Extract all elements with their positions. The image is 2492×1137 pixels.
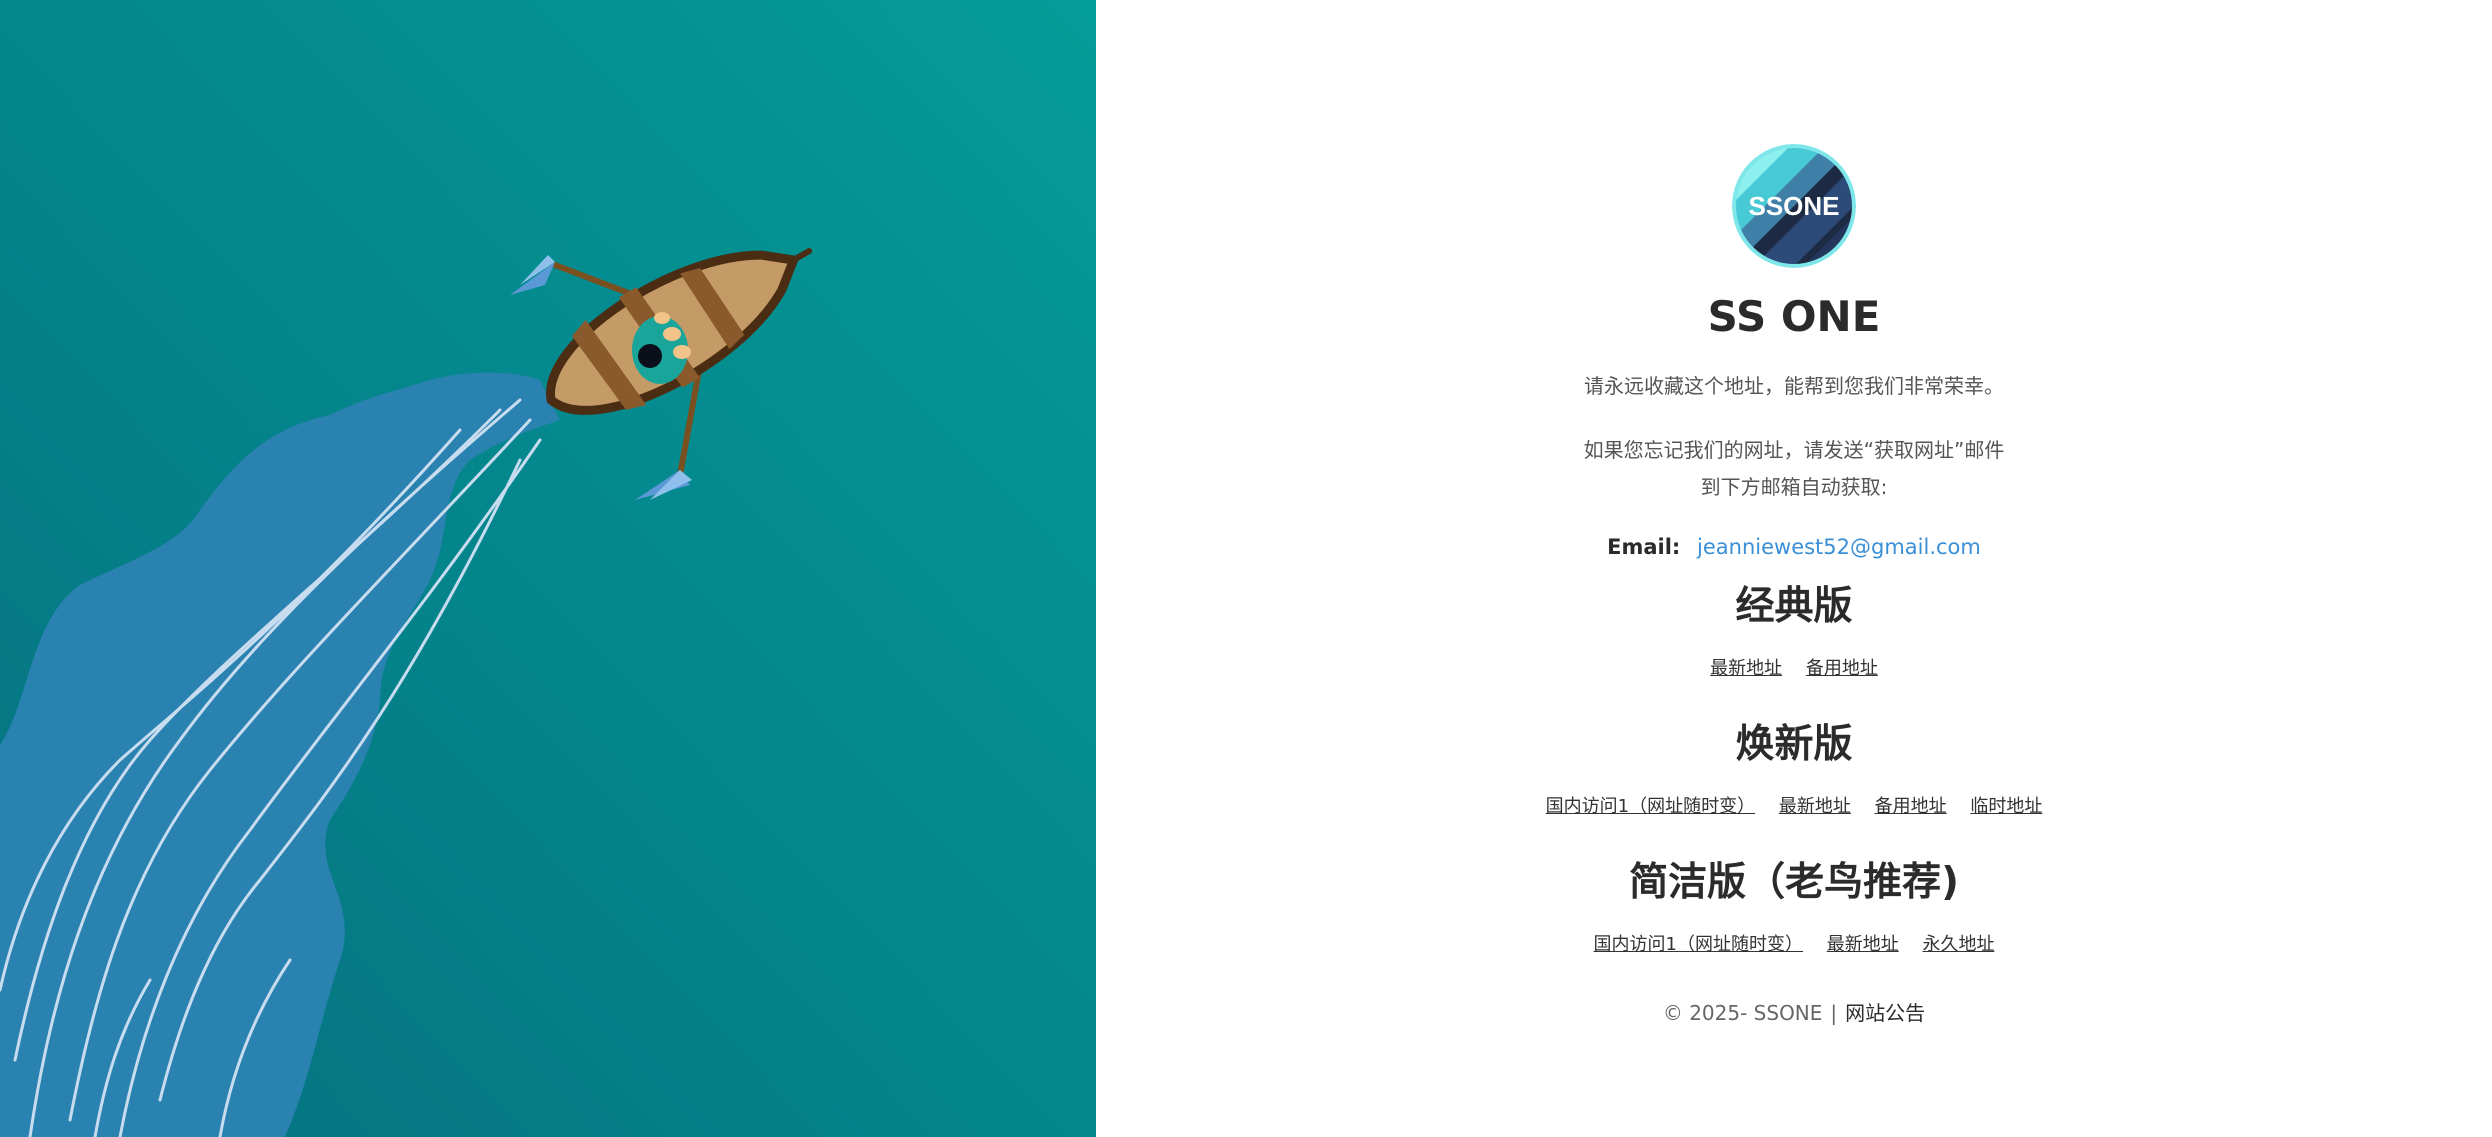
simple-domestic-link[interactable]: 国内访问1（网址随时变） (1594, 934, 1803, 955)
email-link[interactable]: jeanniewest52@gmail.com (1697, 535, 1981, 559)
hero-illustration (0, 0, 1096, 1137)
classic-links: 最新地址 备用地址 (1701, 654, 1887, 684)
email-label: Email: (1607, 535, 1681, 560)
renewed-temporary-link[interactable]: 临时地址 (1970, 796, 2042, 817)
classic-backup-link[interactable]: 备用地址 (1806, 658, 1878, 679)
simple-links: 国内访问1（网址随时变） 最新地址 永久地址 (1585, 930, 2004, 960)
simple-permanent-link[interactable]: 永久地址 (1922, 934, 1994, 955)
simple-latest-link[interactable]: 最新地址 (1827, 934, 1899, 955)
email-row: Email: jeanniewest52@gmail.com (1607, 530, 1981, 564)
renewed-backup-link[interactable]: 备用地址 (1875, 796, 1947, 817)
announcement-link[interactable]: 网站公告 (1845, 1001, 1925, 1025)
hint-line-1: 如果您忘记我们的网址，请发送“获取网址”邮件 (1583, 438, 2005, 463)
tagline: 请永远收藏这个地址，能帮到您我们非常荣幸。 (1584, 374, 2004, 399)
simple-title: 简洁版（老鸟推荐) (1629, 860, 1959, 906)
ssone-logo: SSONE (1732, 144, 1856, 268)
footer: © 2025- SSONE | 网站公告 (1663, 998, 1925, 1028)
logo-text: SSONE (1748, 191, 1839, 221)
site-title: SS ONE (1707, 292, 1881, 341)
copyright: © 2025- SSONE (1662, 1001, 1823, 1026)
hint-line-2: 到下方邮箱自动获取: (1700, 475, 1888, 500)
classic-latest-link[interactable]: 最新地址 (1710, 658, 1782, 679)
info-panel: SSONE SS ONE 请永远收藏这个地址，能帮到您我们非常荣幸。 如果您忘记… (1096, 0, 2492, 1137)
renewed-latest-link[interactable]: 最新地址 (1779, 796, 1851, 817)
email-hint: 如果您忘记我们的网址，请发送“获取网址”邮件 到下方邮箱自动获取: (1584, 432, 2005, 506)
renewed-title: 焕新版 (1735, 722, 1853, 768)
footer-separator: | (1830, 1001, 1838, 1026)
renewed-domestic-link[interactable]: 国内访问1（网址随时变） (1546, 796, 1755, 817)
renewed-links: 国内访问1（网址随时变） 最新地址 备用地址 临时地址 (1537, 792, 2052, 822)
classic-title: 经典版 (1735, 584, 1853, 630)
